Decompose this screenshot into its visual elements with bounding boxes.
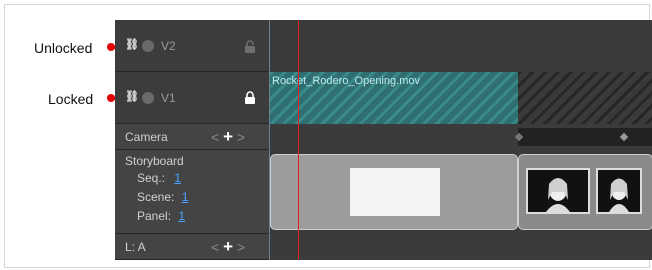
layer-row-v2[interactable]: ⛓ V2 bbox=[115, 20, 269, 72]
plus-icon[interactable]: + bbox=[223, 237, 233, 256]
chevron-right-icon[interactable]: > bbox=[237, 129, 245, 145]
panel-thumbnail[interactable] bbox=[526, 168, 590, 214]
unlocked-annotation-label: Unlocked bbox=[34, 40, 93, 56]
seq-label: Seq.: bbox=[137, 171, 166, 185]
track-area: Rocket_Rodero_Opening.mov bbox=[270, 20, 652, 260]
storyboard-title: Storyboard bbox=[125, 154, 184, 168]
track-la[interactable] bbox=[270, 234, 652, 260]
camera-nav: < + > bbox=[211, 127, 245, 147]
playhead[interactable] bbox=[298, 20, 299, 260]
seq-link[interactable]: 1 bbox=[174, 171, 181, 185]
layer-row-v1[interactable]: ⛓ V1 bbox=[115, 72, 269, 124]
timeline-panel: ⛓ V2 ⛓ V1 Camera < + > Storyboard Seq.: … bbox=[115, 20, 652, 260]
scene-link[interactable]: 1 bbox=[182, 190, 189, 204]
layer-row-storyboard[interactable]: Storyboard Seq.: 1 Scene: 1 Panel: 1 bbox=[115, 150, 269, 234]
panel-row: Panel: 1 bbox=[137, 209, 185, 223]
chevron-left-icon[interactable]: < bbox=[211, 239, 219, 255]
scene-label: Scene: bbox=[137, 190, 175, 204]
layer-row-la[interactable]: L: A < + > bbox=[115, 234, 269, 260]
visibility-dot-icon[interactable] bbox=[142, 92, 154, 104]
chevron-right-icon[interactable]: > bbox=[237, 239, 245, 255]
layer-name-v1: V1 bbox=[161, 91, 176, 105]
panel-label: Panel: bbox=[137, 209, 172, 223]
scene-row: Scene: 1 bbox=[137, 190, 188, 204]
track-v2[interactable] bbox=[270, 20, 652, 73]
scene-thumbnail bbox=[350, 168, 440, 216]
layer-name-camera: Camera bbox=[125, 130, 168, 144]
la-nav: < + > bbox=[211, 237, 245, 257]
locked-annotation-label: Locked bbox=[48, 91, 94, 107]
camera-keyframe-bar[interactable] bbox=[518, 128, 652, 146]
link-icon[interactable]: ⛓ bbox=[125, 38, 139, 51]
chevron-left-icon[interactable]: < bbox=[211, 129, 219, 145]
panel-link[interactable]: 1 bbox=[178, 209, 185, 223]
layer-name-la: L: A bbox=[125, 240, 146, 254]
lock-open-icon[interactable] bbox=[243, 40, 257, 54]
panel-thumbnail[interactable] bbox=[596, 168, 642, 214]
visibility-dot-icon[interactable] bbox=[142, 40, 154, 52]
v1-clip-title: Rocket_Rodero_Opening.mov bbox=[272, 75, 420, 87]
plus-icon[interactable]: + bbox=[223, 127, 233, 146]
layer-row-camera[interactable]: Camera < + > bbox=[115, 124, 269, 150]
link-icon[interactable]: ⛓ bbox=[125, 90, 139, 103]
layer-list: ⛓ V2 ⛓ V1 Camera < + > Storyboard Seq.: … bbox=[115, 20, 269, 260]
v1-empty-region bbox=[518, 72, 652, 124]
seq-row: Seq.: 1 bbox=[137, 171, 181, 185]
lock-closed-icon[interactable] bbox=[243, 91, 257, 105]
layer-name-v2: V2 bbox=[161, 39, 176, 53]
